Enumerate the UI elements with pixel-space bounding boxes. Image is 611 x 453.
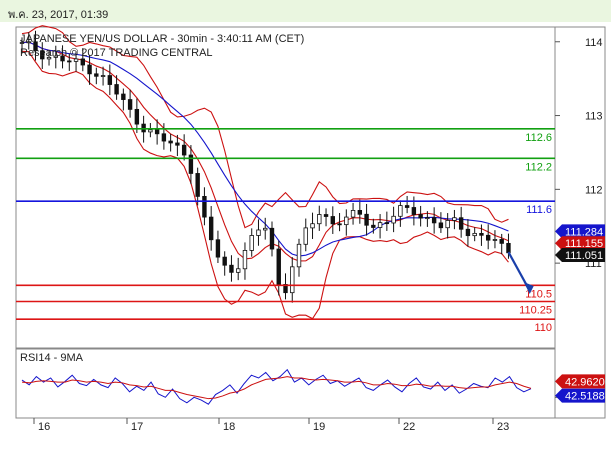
candle-body [323, 214, 329, 217]
level-label: 112.2 [525, 161, 552, 173]
candle-body [263, 227, 268, 231]
candle-body [181, 144, 187, 156]
candle-body [154, 129, 160, 135]
candle-body [479, 232, 484, 236]
level-label: 110.25 [519, 305, 552, 317]
right-axis-strip [554, 26, 606, 419]
x-tick-label: 19 [313, 421, 325, 433]
level-label: 112.6 [525, 132, 552, 144]
candle-body [175, 142, 180, 146]
candle-body [411, 207, 417, 215]
candle-body [506, 242, 511, 254]
time-axis-ticks: 16 17 18 19 22 23 [33, 418, 509, 433]
candle-body [100, 75, 106, 77]
candle-body [249, 235, 254, 251]
candle-body [452, 217, 457, 221]
rsi-title: RSI14 - 9MA [20, 352, 84, 364]
candle-body [94, 73, 99, 77]
level-label: 110 [534, 322, 552, 334]
x-tick-label: 16 [38, 421, 50, 433]
candle-body [438, 222, 444, 229]
candle-body [485, 234, 491, 241]
candle-body [310, 223, 315, 229]
candle-body [141, 123, 146, 133]
candle-body [337, 223, 342, 226]
candle-body [256, 229, 261, 236]
candle-body [418, 214, 423, 219]
candle-body [317, 214, 322, 225]
candle-body [391, 215, 396, 224]
x-tick-label: 22 [403, 421, 415, 433]
chart-canvas: 112.6112.2111.6110.5110.25110 1111121131… [15, 25, 606, 433]
candle-body [499, 239, 504, 244]
candle-body [350, 210, 356, 218]
candle-body [208, 216, 214, 241]
candle-body [161, 133, 167, 142]
candle-body [269, 227, 275, 250]
candle-body [87, 64, 92, 75]
candle-body [195, 173, 200, 197]
candle-body [344, 216, 349, 226]
candle-body [215, 239, 221, 258]
candle-body [148, 129, 153, 133]
chart-title: JAPANESE YEN/US DOLLAR - 30min - 3:40:11… [20, 33, 304, 45]
candle-body [398, 205, 403, 217]
candle-body [492, 239, 498, 241]
candle-body [80, 58, 86, 66]
level-label: 111.6 [526, 204, 552, 216]
candle-body [168, 140, 173, 144]
x-tick-label: 18 [223, 421, 235, 433]
candle-body [357, 210, 363, 215]
candle-body [303, 227, 308, 245]
candle-body [472, 232, 477, 237]
candle-body [364, 213, 369, 226]
chart-subtitle: Research © 2017 TRADING CENTRAL [20, 47, 213, 59]
candle-body [290, 266, 295, 294]
y-tick-label: 113 [585, 111, 603, 123]
candle-body [121, 93, 126, 100]
candle-body [114, 84, 119, 95]
candle-body [67, 60, 72, 63]
candle-body [229, 264, 234, 273]
candle-body [425, 217, 430, 220]
candle-body [384, 222, 390, 225]
price-tags: 111.284111.155111.051 [555, 224, 605, 263]
candle-body [431, 217, 437, 224]
candle-body [73, 58, 79, 62]
candle-body [107, 75, 113, 85]
candle-body [330, 216, 335, 225]
candle-body [222, 256, 227, 266]
candle-body [276, 248, 281, 285]
candle-body [242, 250, 248, 270]
candle-body [202, 196, 207, 218]
y-tick-label: 114 [585, 37, 603, 49]
candle-body [134, 108, 140, 125]
candle-body [127, 99, 133, 110]
candle-body [404, 205, 410, 208]
candle-body [445, 220, 450, 229]
candle-body [236, 268, 241, 273]
candle-body [371, 224, 376, 228]
candle-body [377, 222, 383, 228]
rsi-tag-label: 42.9620 [565, 376, 605, 388]
candle-body [296, 243, 302, 268]
price-tag-label: 111.051 [565, 250, 603, 262]
y-tick-label: 112 [585, 184, 603, 196]
x-tick-label: 23 [497, 421, 509, 433]
candle-body [458, 217, 464, 230]
candle-body [465, 228, 471, 237]
rsi-tag-label: 42.5188 [565, 391, 605, 403]
x-tick-label: 17 [131, 421, 143, 433]
